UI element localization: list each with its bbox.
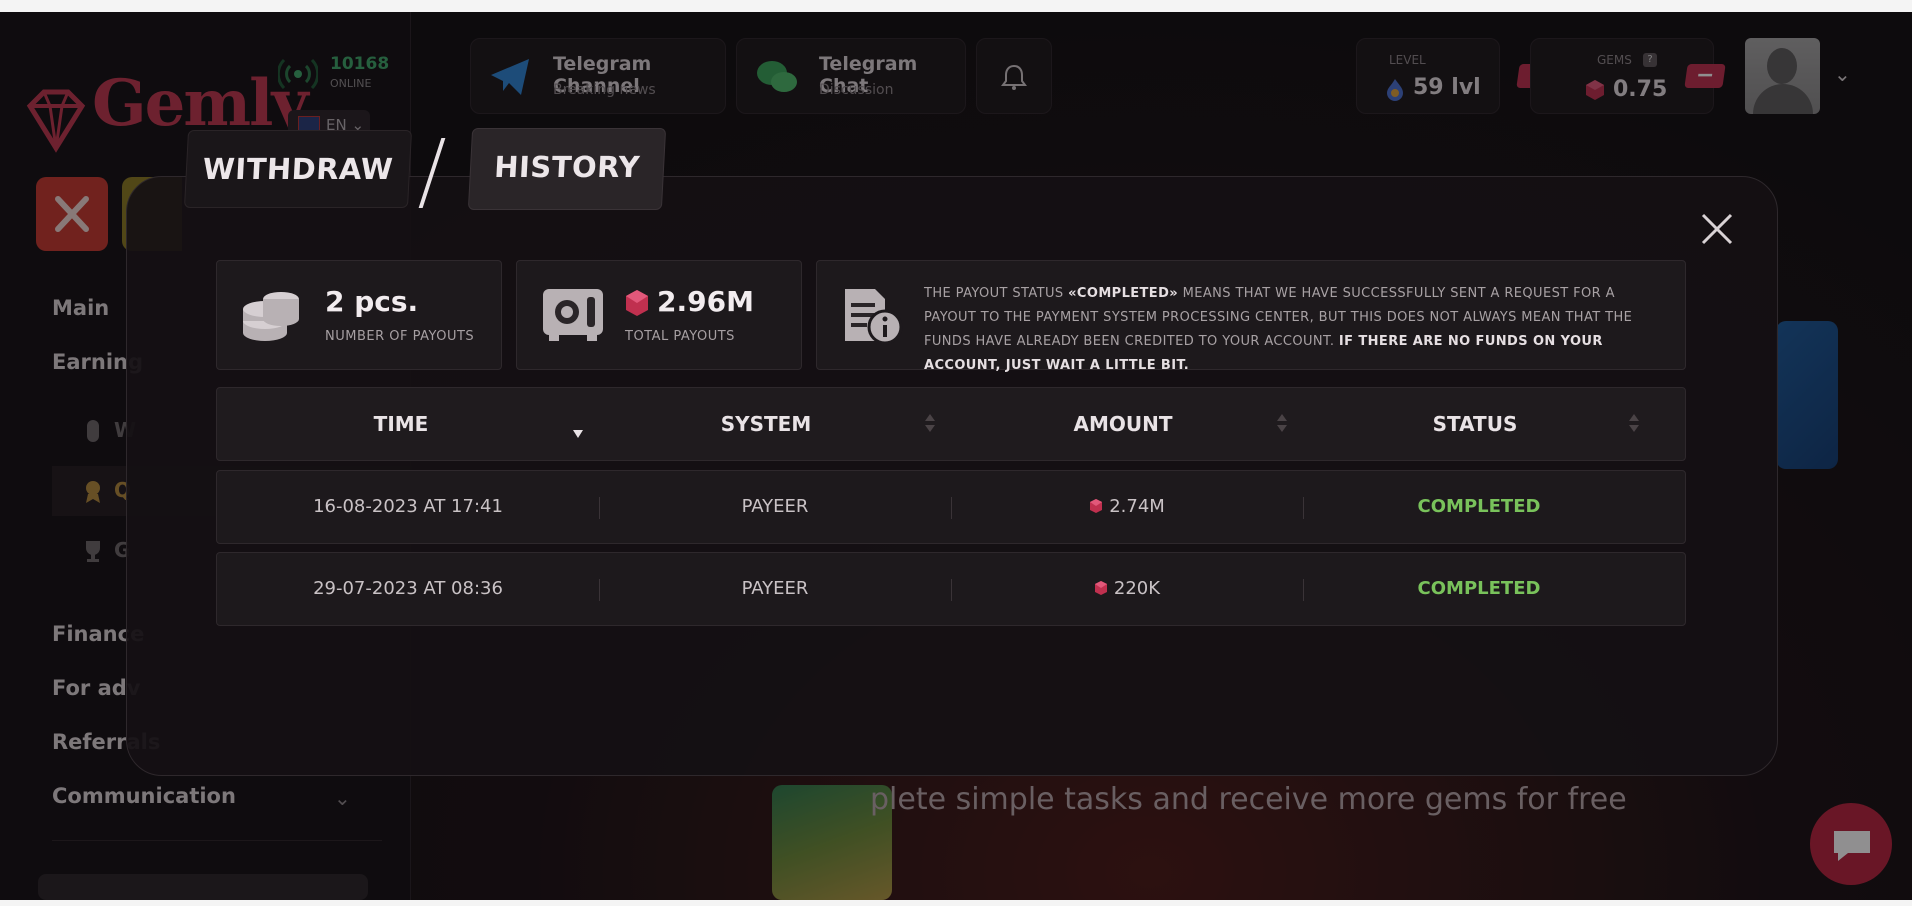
- gem-icon: [626, 290, 648, 316]
- sort-icon[interactable]: [925, 412, 935, 434]
- total-payouts-label: TOTAL PAYOUTS: [625, 329, 735, 344]
- table-row: 16-08-2023 AT 17:41 PAYEER 2.74M COMPLET…: [216, 470, 1686, 544]
- table-row: 29-07-2023 AT 08:36 PAYEER 220K COMPLETE…: [216, 552, 1686, 626]
- sort-icon[interactable]: [1629, 412, 1639, 434]
- cell-amount: 2.74M: [951, 471, 1303, 543]
- document-info-icon: [845, 289, 903, 345]
- close-icon[interactable]: [1700, 212, 1734, 246]
- browser-bottom-edge: [0, 900, 1912, 906]
- cell-system: PAYEER: [741, 496, 809, 517]
- safe-icon: [543, 289, 603, 341]
- gem-icon: [1094, 581, 1107, 595]
- column-header-amount[interactable]: AMOUNT: [947, 388, 1299, 460]
- coins-stack-icon: [243, 292, 299, 341]
- payouts-count-card: 2 pcs. NUMBER OF PAYOUTS: [216, 260, 502, 370]
- payouts-count-value: 2 pcs.: [325, 285, 419, 318]
- payout-status-info-text: THE PAYOUT STATUS «COMPLETED» MEANS THAT…: [924, 286, 1633, 373]
- cell-time: 16-08-2023 AT 17:41: [313, 496, 503, 517]
- history-table-header: TIME SYSTEM AMOUNT STATUS: [216, 387, 1686, 461]
- cell-status: COMPLETED: [1417, 496, 1541, 517]
- cell-amount: 220K: [951, 553, 1303, 625]
- sort-icon[interactable]: [1277, 412, 1287, 434]
- tab-withdraw[interactable]: WITHDRAW: [183, 130, 413, 208]
- column-header-status[interactable]: STATUS: [1299, 388, 1651, 460]
- cell-status: COMPLETED: [1417, 578, 1541, 599]
- payouts-count-label: NUMBER OF PAYOUTS: [325, 329, 475, 344]
- browser-top-edge: [0, 0, 1912, 12]
- cell-time: 29-07-2023 AT 08:36: [313, 578, 503, 599]
- total-payouts-card: 2.96M TOTAL PAYOUTS: [516, 260, 802, 370]
- sort-desc-icon[interactable]: [573, 418, 583, 440]
- column-header-system[interactable]: SYSTEM: [585, 388, 947, 460]
- column-header-time[interactable]: TIME: [217, 388, 585, 460]
- total-payouts-value: 2.96M: [657, 285, 754, 318]
- gem-icon: [1090, 499, 1103, 513]
- cell-system: PAYEER: [741, 578, 809, 599]
- tab-history[interactable]: HISTORY: [467, 128, 667, 210]
